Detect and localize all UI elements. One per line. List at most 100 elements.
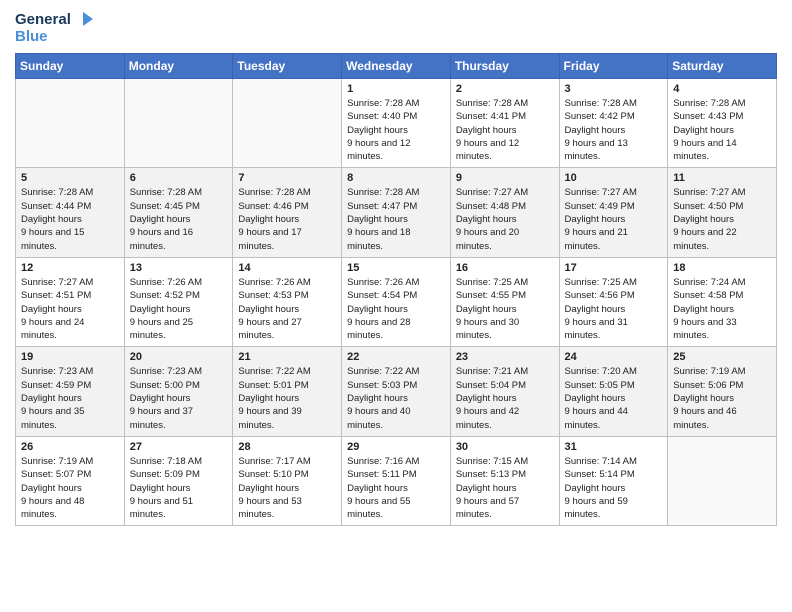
calendar-cell: 4 Sunrise: 7:28 AMSunset: 4:43 PMDaylight…: [668, 79, 777, 168]
calendar-week-row: 12 Sunrise: 7:27 AMSunset: 4:51 PMDayligh…: [16, 257, 777, 346]
day-number: 12: [21, 262, 119, 274]
calendar-cell: 26 Sunrise: 7:19 AMSunset: 5:07 PMDayligh…: [16, 436, 125, 525]
weekday-header-wednesday: Wednesday: [342, 54, 451, 79]
calendar-cell: 6Sunrise: 7:28 AMSunset: 4:45 PMDaylight…: [124, 168, 233, 257]
day-number: 9: [456, 172, 554, 184]
day-number: 28: [238, 441, 336, 453]
calendar-cell: 18Sunrise: 7:24 AMSunset: 4:58 PMDayligh…: [668, 257, 777, 346]
day-info: Sunrise: 7:27 AMSunset: 4:51 PMDaylight …: [21, 276, 119, 342]
day-info: Sunrise: 7:21 AMSunset: 5:04 PMDaylight …: [456, 365, 554, 431]
calendar-cell: 20 Sunrise: 7:23 AMSunset: 5:00 PMDayligh…: [124, 347, 233, 436]
day-number: 19: [21, 351, 119, 363]
day-info: Sunrise: 7:20 AMSunset: 5:05 PMDaylight …: [565, 365, 663, 431]
day-info: Sunrise: 7:28 AMSunset: 4:47 PMDaylight …: [347, 186, 445, 252]
day-info: Sunrise: 7:28 AMSunset: 4:42 PMDaylight …: [565, 97, 663, 163]
calendar-cell: 12 Sunrise: 7:27 AMSunset: 4:51 PMDayligh…: [16, 257, 125, 346]
day-number: 20: [130, 351, 228, 363]
weekday-header-tuesday: Tuesday: [233, 54, 342, 79]
header: General Blue: [15, 10, 777, 45]
day-info: Sunrise: 7:27 AMSunset: 4:49 PMDaylight …: [565, 186, 663, 252]
calendar-cell: 9 Sunrise: 7:27 AMSunset: 4:48 PMDaylight…: [450, 168, 559, 257]
weekday-header-sunday: Sunday: [16, 54, 125, 79]
day-info: Sunrise: 7:26 AMSunset: 4:52 PMDaylight …: [130, 276, 228, 342]
calendar-cell: 2Sunrise: 7:28 AMSunset: 4:41 PMDaylight…: [450, 79, 559, 168]
day-info: Sunrise: 7:19 AMSunset: 5:07 PMDaylight …: [21, 455, 119, 521]
weekday-header-row: SundayMondayTuesdayWednesdayThursdayFrid…: [16, 54, 777, 79]
day-info: Sunrise: 7:18 AMSunset: 5:09 PMDaylight …: [130, 455, 228, 521]
calendar-cell: 31Sunrise: 7:14 AMSunset: 5:14 PMDayligh…: [559, 436, 668, 525]
day-info: Sunrise: 7:16 AMSunset: 5:11 PMDaylight …: [347, 455, 445, 521]
day-info: Sunrise: 7:28 AMSunset: 4:43 PMDaylight …: [673, 97, 771, 163]
calendar-cell: 3 Sunrise: 7:28 AMSunset: 4:42 PMDaylight…: [559, 79, 668, 168]
day-number: 15: [347, 262, 445, 274]
calendar-cell: 19 Sunrise: 7:23 AMSunset: 4:59 PMDayligh…: [16, 347, 125, 436]
logo: General Blue: [15, 10, 95, 45]
calendar-week-row: 1Sunrise: 7:28 AMSunset: 4:40 PMDaylight…: [16, 79, 777, 168]
calendar-cell: 15 Sunrise: 7:26 AMSunset: 4:54 PMDayligh…: [342, 257, 451, 346]
day-number: 4: [673, 83, 771, 95]
day-number: 16: [456, 262, 554, 274]
calendar-cell: [668, 436, 777, 525]
day-number: 17: [565, 262, 663, 274]
day-number: 31: [565, 441, 663, 453]
calendar-cell: 29 Sunrise: 7:16 AMSunset: 5:11 PMDayligh…: [342, 436, 451, 525]
weekday-header-monday: Monday: [124, 54, 233, 79]
day-number: 3: [565, 83, 663, 95]
day-info: Sunrise: 7:23 AMSunset: 5:00 PMDaylight …: [130, 365, 228, 431]
calendar-cell: 5Sunrise: 7:28 AMSunset: 4:44 PMDaylight…: [16, 168, 125, 257]
calendar-week-row: 26 Sunrise: 7:19 AMSunset: 5:07 PMDayligh…: [16, 436, 777, 525]
weekday-header-thursday: Thursday: [450, 54, 559, 79]
day-info: Sunrise: 7:27 AMSunset: 4:48 PMDaylight …: [456, 186, 554, 252]
day-number: 30: [456, 441, 554, 453]
day-number: 8: [347, 172, 445, 184]
day-number: 7: [238, 172, 336, 184]
day-number: 14: [238, 262, 336, 274]
day-number: 18: [673, 262, 771, 274]
calendar-cell: 7 Sunrise: 7:28 AMSunset: 4:46 PMDaylight…: [233, 168, 342, 257]
calendar-cell: 16 Sunrise: 7:25 AMSunset: 4:55 PMDayligh…: [450, 257, 559, 346]
day-number: 26: [21, 441, 119, 453]
day-number: 6: [130, 172, 228, 184]
logo-blue: Blue: [15, 28, 95, 45]
calendar-cell: 1Sunrise: 7:28 AMSunset: 4:40 PMDaylight…: [342, 79, 451, 168]
day-info: Sunrise: 7:28 AMSunset: 4:40 PMDaylight …: [347, 97, 445, 163]
day-info: Sunrise: 7:26 AMSunset: 4:53 PMDaylight …: [238, 276, 336, 342]
weekday-header-friday: Friday: [559, 54, 668, 79]
logo-text-block: General Blue: [15, 10, 95, 45]
day-info: Sunrise: 7:23 AMSunset: 4:59 PMDaylight …: [21, 365, 119, 431]
day-number: 24: [565, 351, 663, 363]
calendar-cell: 10 Sunrise: 7:27 AMSunset: 4:49 PMDayligh…: [559, 168, 668, 257]
day-number: 23: [456, 351, 554, 363]
day-info: Sunrise: 7:25 AMSunset: 4:56 PMDaylight …: [565, 276, 663, 342]
day-number: 11: [673, 172, 771, 184]
day-info: Sunrise: 7:17 AMSunset: 5:10 PMDaylight …: [238, 455, 336, 521]
calendar-cell: 14 Sunrise: 7:26 AMSunset: 4:53 PMDayligh…: [233, 257, 342, 346]
logo-flag-icon: [73, 10, 95, 28]
calendar-table: SundayMondayTuesdayWednesdayThursdayFrid…: [15, 53, 777, 526]
page: General Blue SundayMondayTuesdayWednesda…: [0, 0, 792, 541]
calendar-week-row: 5Sunrise: 7:28 AMSunset: 4:44 PMDaylight…: [16, 168, 777, 257]
day-info: Sunrise: 7:19 AMSunset: 5:06 PMDaylight …: [673, 365, 771, 431]
day-info: Sunrise: 7:15 AMSunset: 5:13 PMDaylight …: [456, 455, 554, 521]
day-number: 2: [456, 83, 554, 95]
calendar-cell: 11 Sunrise: 7:27 AMSunset: 4:50 PMDayligh…: [668, 168, 777, 257]
calendar-cell: [124, 79, 233, 168]
day-info: Sunrise: 7:28 AMSunset: 4:46 PMDaylight …: [238, 186, 336, 252]
day-number: 25: [673, 351, 771, 363]
calendar-week-row: 19 Sunrise: 7:23 AMSunset: 4:59 PMDayligh…: [16, 347, 777, 436]
day-number: 21: [238, 351, 336, 363]
calendar-cell: [233, 79, 342, 168]
day-info: Sunrise: 7:22 AMSunset: 5:03 PMDaylight …: [347, 365, 445, 431]
day-number: 29: [347, 441, 445, 453]
calendar-cell: [16, 79, 125, 168]
calendar-cell: 13 Sunrise: 7:26 AMSunset: 4:52 PMDayligh…: [124, 257, 233, 346]
day-number: 10: [565, 172, 663, 184]
weekday-header-saturday: Saturday: [668, 54, 777, 79]
day-number: 13: [130, 262, 228, 274]
calendar-cell: 27Sunrise: 7:18 AMSunset: 5:09 PMDayligh…: [124, 436, 233, 525]
calendar-cell: 8 Sunrise: 7:28 AMSunset: 4:47 PMDaylight…: [342, 168, 451, 257]
day-info: Sunrise: 7:26 AMSunset: 4:54 PMDaylight …: [347, 276, 445, 342]
day-info: Sunrise: 7:25 AMSunset: 4:55 PMDaylight …: [456, 276, 554, 342]
calendar-cell: 23 Sunrise: 7:21 AMSunset: 5:04 PMDayligh…: [450, 347, 559, 436]
day-info: Sunrise: 7:27 AMSunset: 4:50 PMDaylight …: [673, 186, 771, 252]
